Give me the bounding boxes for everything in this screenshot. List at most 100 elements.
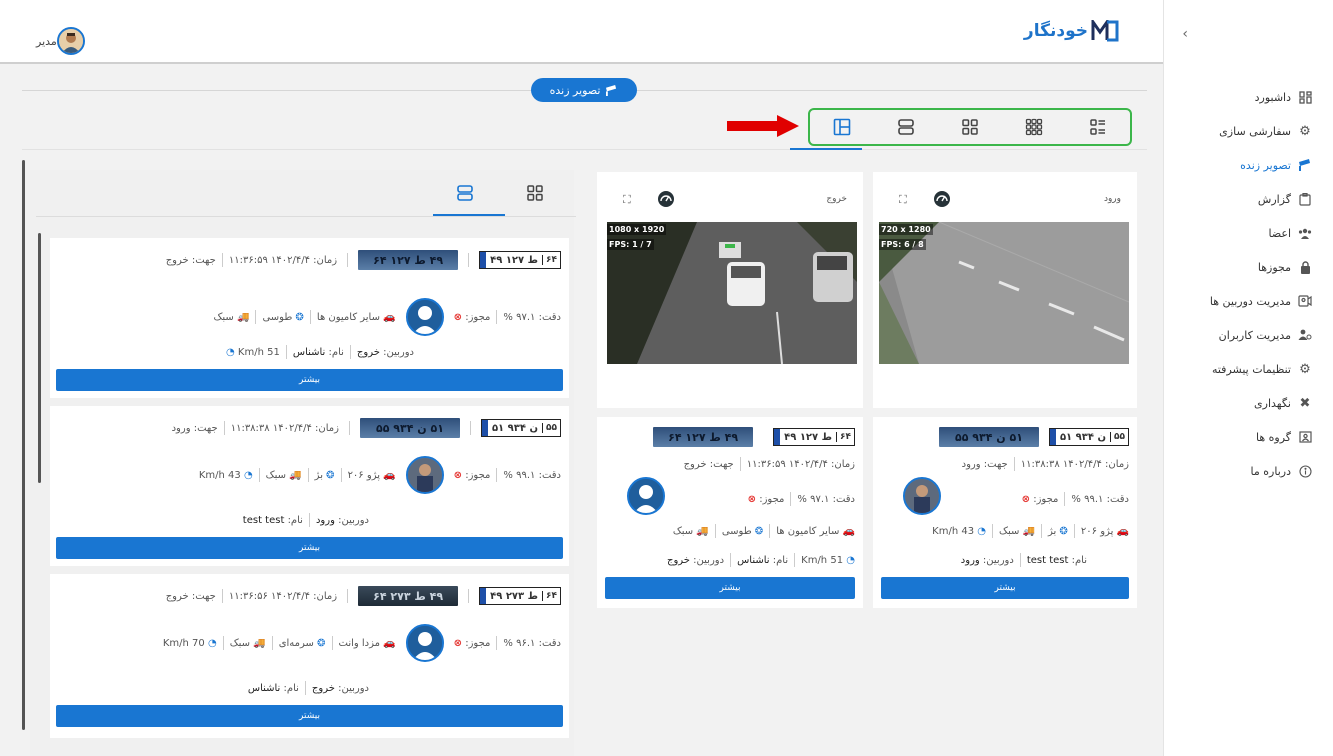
layout-split-button[interactable] <box>829 114 855 140</box>
more-button[interactable]: بیشتر <box>56 537 563 559</box>
speedometer-icon: ◔ <box>226 347 235 358</box>
sidebar-item-dashboard[interactable]: داشبورد <box>1163 80 1333 114</box>
palette-icon: ❂ <box>317 638 326 649</box>
sidebar-item-permits[interactable]: مجوزها <box>1163 250 1333 284</box>
live-view-button[interactable]: تصویر زنده <box>531 78 637 102</box>
more-button[interactable]: بیشتر <box>881 577 1129 599</box>
sidebar-item-user-manage[interactable]: مدیریت کاربران <box>1163 318 1333 352</box>
accuracy-line: دقت: ۹۹.۱ % مجوز: ⊗ <box>1022 492 1129 506</box>
vehicle-color: بژ <box>1048 526 1057 537</box>
chevron-left-icon[interactable]: › <box>1182 26 1188 42</box>
sidebar-item-label: گزارش <box>1257 192 1291 206</box>
logo-icon <box>1091 20 1119 42</box>
sidebar-item-report[interactable]: گزارش <box>1163 182 1333 216</box>
direction-label: جهت: ورود <box>961 459 1008 470</box>
more-button[interactable]: بیشتر <box>605 577 855 599</box>
fullscreen-icon[interactable]: ⛶ <box>623 193 631 207</box>
sidebar-item-label: سفارشی سازی <box>1219 124 1291 138</box>
plate-image: ۵۱ ن ۹۳۴ ۵۵ <box>938 427 1039 447</box>
camera-name: خروج <box>311 683 335 694</box>
permit-label: مجوز: <box>759 494 785 505</box>
permit-label: مجوز: <box>465 470 491 481</box>
vehicle-speed: 51 Km/h <box>801 555 844 566</box>
truck-icon: 🚚 <box>253 638 266 649</box>
tools-icon: ✖ <box>1299 395 1311 411</box>
car-icon: 🚗 <box>383 638 396 649</box>
sidebar-item-groups[interactable]: گروه ها <box>1163 420 1333 454</box>
accuracy-label: دقت: ۹۷.۱ % <box>797 494 855 505</box>
car-icon: 🚗 <box>383 312 396 323</box>
permit-denied-icon: ⊗ <box>1021 494 1031 505</box>
dashboard-gauge-icon[interactable] <box>933 190 951 208</box>
camera-header: ورود ⛶ <box>873 172 1137 222</box>
person-name: ناشناس <box>292 347 326 358</box>
fullscreen-icon[interactable]: ⛶ <box>899 193 907 207</box>
list-rows-view-button[interactable] <box>456 184 474 205</box>
active-layout-underline <box>790 148 862 150</box>
dashboard-icon <box>1297 89 1313 105</box>
time-direction-line: زمان: ۱۴۰۲/۴/۴ ۱۱:۳۸:۳۸ جهت: ورود <box>172 421 339 435</box>
scrollbar-outer[interactable] <box>22 160 25 730</box>
user-menu[interactable]: مدیر <box>30 27 85 55</box>
more-button[interactable]: بیشتر <box>56 705 563 727</box>
sidebar-item-camera-manage[interactable]: مدیریت دوربین ها <box>1163 284 1333 318</box>
direction-label: جهت: خروج <box>683 459 734 470</box>
sidebar-item-customize[interactable]: ⚙ سفارشی سازی <box>1163 114 1333 148</box>
person-name: test test <box>242 515 285 526</box>
permit-label: مجوز: <box>465 312 491 323</box>
layout-list-button[interactable] <box>1085 114 1111 140</box>
sidebar-item-about[interactable]: درباره ما <box>1163 454 1333 488</box>
user-avatar[interactable] <box>56 27 85 55</box>
vehicle-line: 🚗 سایر کامیون ها ❂ طوسی 🚚 سبک <box>213 310 396 324</box>
palette-icon: ❂ <box>1059 526 1068 537</box>
users-icon <box>1297 327 1313 343</box>
sidebar-item-maintenance[interactable]: ✖ نگهداری <box>1163 386 1333 420</box>
plate-row: ۵۱ ن ۹۳۴ ۵۵ ۵۱ ن ۹۳۴ ۵۵ زمان: ۱۴۰۲/۴/۴ ۱… <box>172 418 561 438</box>
sidebar-item-live[interactable]: تصویر زنده <box>1163 148 1333 182</box>
list-grid-view-button[interactable] <box>526 184 544 205</box>
camera-name: ورود <box>960 555 980 566</box>
plate-row: ۴۹ ط ۱۲۷ ۶۴ ۴۹ ط ۱۲۷ ۶۴ <box>653 427 855 447</box>
speed-name-camera-line: دوربین: خروج نام: ناشناس 51 Km/h ◔ <box>226 345 414 359</box>
plate-image: ۵۱ ن ۹۳۴ ۵۵ <box>359 418 460 438</box>
camera-label: دوربین: <box>383 347 414 358</box>
vehicle-line: 🚗 پژو ۲۰۶ ❂ بژ 🚚 سبک ◔ 43 Km/h <box>199 468 396 482</box>
vehicle-color: سرمه‌ای <box>278 638 314 649</box>
detection-card-entry: ۵۱ ن ۹۳۴ ۵۵ ۵۱ ن ۹۳۴ ۵۵ زمان: ۱۴۰۲/۴/۴ ۱… <box>873 417 1137 608</box>
top-header: خودنگار مدیر <box>0 0 1163 64</box>
plate-row: ۵۱ ن ۹۳۴ ۵۵ ۵۱ ن ۹۳۴ ۵۵ <box>938 427 1129 447</box>
sidebar-item-label: گروه ها <box>1255 430 1291 444</box>
layout-grid-4-button[interactable] <box>957 114 983 140</box>
more-button[interactable]: بیشتر <box>56 369 563 391</box>
info-row: دقت: ۹۶.۱ % مجوز: ⊗ 🚗 مزدا وانت ❂ سرمه‌ای 🚚… <box>163 624 561 662</box>
name-camera-line: دوربین: ورود نام: test test <box>243 513 369 527</box>
permit-denied-icon: ⊗ <box>453 312 463 323</box>
time-direction-line: زمان: ۱۴۰۲/۴/۴ ۱۱:۳۶:۵۹ جهت: خروج <box>166 253 337 267</box>
scrollbar-inner[interactable] <box>38 233 41 483</box>
time-direction-line: زمان: ۱۴۰۲/۴/۴ ۱۱:۳۶:۵۹ جهت: خروج <box>684 457 855 471</box>
truck-icon: 🚚 <box>1022 526 1036 537</box>
plate-number: ۴۹ ط ۲۷۳ ۶۴ <box>479 587 561 605</box>
sidebar-item-label: مدیریت دوربین ها <box>1209 294 1291 308</box>
permit-denied-icon: ⊗ <box>453 470 463 481</box>
layout-rows-button[interactable] <box>893 114 919 140</box>
members-icon <box>1297 225 1313 241</box>
name-camera-line: دوربین: خروج نام: ناشناس <box>248 681 369 695</box>
person-name: test test <box>1026 555 1069 566</box>
driver-photo <box>405 456 444 494</box>
sidebar-item-advanced-settings[interactable]: ⚙ تنظیمات پیشرفته <box>1163 352 1333 386</box>
plate-image: ۴۹ ط ۲۷۳ ۶۴ <box>358 586 459 606</box>
dashboard-gauge-icon[interactable] <box>657 190 675 208</box>
speedometer-icon: ◔ <box>977 526 987 537</box>
sidebar: › داشبورد ⚙ سفارشی سازی تصویر زنده گزارش <box>1163 0 1333 756</box>
detection-card-exit: ۴۹ ط ۱۲۷ ۶۴ ۴۹ ط ۱۲۷ ۶۴ زمان: ۱۴۰۲/۴/۴ ۱… <box>597 417 863 608</box>
sidebar-item-members[interactable]: اعضا <box>1163 216 1333 250</box>
direction-label: جهت: ورود <box>171 423 218 434</box>
layout-selector <box>808 108 1132 146</box>
palette-icon: ❂ <box>754 526 764 537</box>
camera-name: خروج <box>356 347 380 358</box>
layout-grid-9-button[interactable] <box>1021 114 1047 140</box>
name-label: نام: <box>283 683 299 694</box>
vehicle-line: 🚗 سایر کامیون ها ❂ طوسی 🚚 سبک <box>673 524 855 538</box>
camera-manage-icon <box>1297 293 1313 309</box>
